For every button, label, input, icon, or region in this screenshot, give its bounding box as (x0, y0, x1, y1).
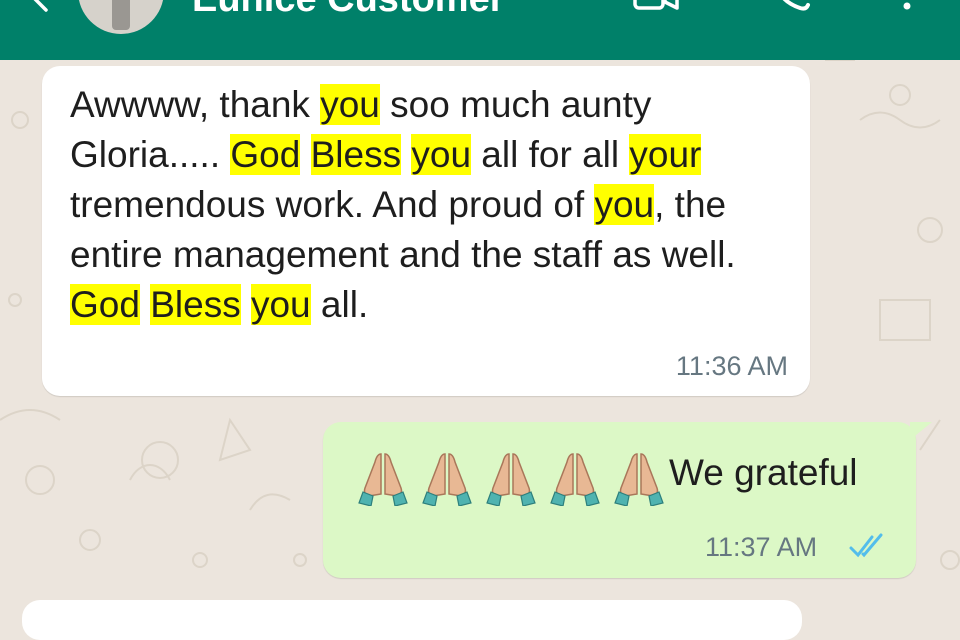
message-text-segment: tremendous work. And proud of (70, 184, 595, 225)
next-message-bubble[interactable] (22, 600, 802, 640)
outgoing-message-bubble[interactable]: We grateful 11:37 AM (323, 422, 932, 578)
highlighted-word: Bless (310, 134, 402, 175)
highlighted-word: God (70, 284, 140, 325)
folded-hands-icon (550, 453, 600, 506)
highlighted-word: God (230, 134, 301, 175)
outgoing-message-text: We grateful (669, 452, 858, 493)
incoming-message-text: Awwww, thank you soo much aunty Gloria..… (70, 80, 790, 330)
highlighted-word: you (320, 84, 380, 125)
contact-name[interactable]: Eunice Customer (192, 0, 505, 21)
message-text-segment (401, 134, 411, 175)
message-text-segment: all for all (471, 134, 630, 175)
message-text-segment (300, 134, 310, 175)
folded-hands-icon (358, 453, 408, 506)
highlighted-word: you (250, 284, 311, 325)
more-menu-icon[interactable] (900, 0, 914, 10)
chat-header: Eunice Customer (0, 0, 960, 60)
avatar[interactable] (78, 0, 164, 34)
highlighted-word: you (411, 134, 472, 175)
message-text-segment (140, 284, 150, 325)
back-arrow-icon[interactable] (30, 0, 54, 12)
bubble-tail (910, 422, 932, 440)
message-text-segment (241, 284, 251, 325)
outgoing-message-time: 11:37 AM (705, 532, 818, 562)
incoming-message-time: 11:36 AM (675, 351, 788, 381)
phone-call-icon[interactable] (772, 0, 812, 12)
folded-hands-icon (486, 453, 536, 506)
message-text-segment: Awwww, thank (70, 84, 321, 125)
highlighted-word: your (629, 134, 702, 175)
read-ticks-icon (849, 533, 883, 558)
incoming-message-bubble[interactable]: Awwww, thank you soo much aunty Gloria..… (42, 66, 810, 396)
folded-hands-icon (422, 453, 472, 506)
emoji-row (357, 450, 665, 506)
video-call-icon[interactable] (633, 0, 681, 12)
folded-hands-icon (614, 453, 664, 506)
highlighted-word: Bless (150, 284, 241, 325)
message-text-segment: all. (310, 284, 369, 325)
highlighted-word: you (594, 184, 655, 225)
